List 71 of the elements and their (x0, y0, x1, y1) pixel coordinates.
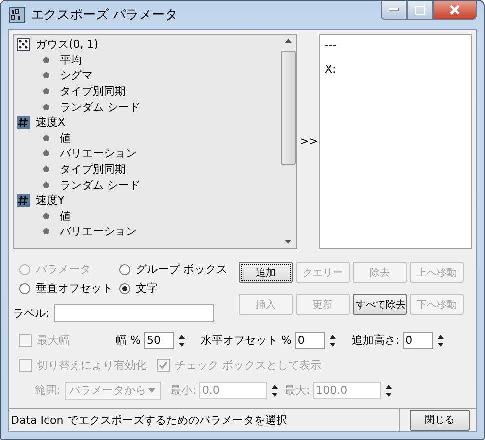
transfer-button[interactable]: >> (297, 135, 319, 148)
number-field[interactable]: 0 (402, 332, 433, 349)
bullet-icon (43, 150, 50, 158)
spinner-label: 最小: (170, 383, 196, 398)
tree-item[interactable]: 値 (60, 130, 71, 146)
spinner-label: 最大: (284, 383, 310, 398)
tree-item[interactable]: タイプ別同期 (60, 162, 126, 178)
status-text: Data Icon でエクスポーズするためのパラメータを選択 (9, 409, 400, 431)
spinner-arrows-icon[interactable] (270, 382, 280, 398)
tree-item[interactable]: バリエーション (60, 146, 137, 162)
close-icon (449, 5, 461, 15)
radio-label: パラメータ (36, 262, 91, 277)
radio-button[interactable] (119, 264, 131, 276)
window-title: エクスポーズ パラメータ (31, 7, 180, 24)
hash-icon (17, 194, 30, 208)
binary-icon (9, 7, 25, 23)
radio-button[interactable] (119, 282, 131, 294)
close-dialog-button[interactable]: 閉じる (410, 410, 470, 430)
radio-label: 垂直オフセット (36, 281, 113, 296)
field-label: ラベル: (13, 306, 50, 320)
tree-item[interactable]: ガウス(0, 1) (36, 37, 99, 52)
maximize-icon (415, 6, 425, 14)
label-field[interactable] (54, 304, 214, 322)
tree-item[interactable]: 値 (60, 208, 71, 224)
spinner-label: 幅 % (116, 333, 141, 348)
radio-label: 文字 (136, 281, 158, 296)
number-field[interactable]: 50 (144, 332, 174, 349)
list-item[interactable]: X: (325, 63, 466, 87)
tree-item[interactable]: バリエーション (60, 224, 137, 240)
maximize-button[interactable] (407, 1, 433, 20)
bullet-icon (43, 166, 50, 174)
scroll-down-icon[interactable] (285, 240, 292, 244)
bullet-icon (43, 56, 50, 64)
action-button[interactable]: すべて除去 (353, 294, 407, 315)
bullet-icon (43, 104, 50, 111)
range-label: 範囲: (35, 383, 61, 398)
checkbox-label: 切り替えにより有効化 (37, 358, 147, 373)
radio-label: グループ ボックス (136, 262, 228, 277)
bullet-icon (43, 72, 50, 80)
scroll-up-icon[interactable] (285, 39, 292, 43)
bullet-icon (43, 182, 50, 189)
number-field[interactable]: 0 (294, 332, 325, 349)
spinner-arrows-icon[interactable] (384, 382, 394, 398)
tree-item[interactable]: タイプ別同期 (60, 84, 126, 100)
dropdown-arrow-icon (148, 388, 156, 393)
dice-icon (17, 38, 30, 52)
list-item[interactable]: --- (325, 39, 466, 63)
tree-item[interactable]: 平均 (60, 52, 82, 68)
checkbox-label: 最大幅 (37, 333, 70, 348)
spinner-arrows-icon[interactable] (436, 332, 446, 348)
minimize-button[interactable] (381, 1, 407, 20)
spinner-label: 追加高さ: (352, 333, 400, 348)
tree-item[interactable]: シグマ (60, 68, 93, 84)
radio-button[interactable] (19, 282, 31, 294)
bullet-icon (43, 134, 50, 142)
bullet-icon (43, 228, 50, 236)
close-button[interactable] (433, 1, 477, 20)
tree-item[interactable]: 速度Y (36, 193, 65, 208)
hash-icon (17, 116, 30, 130)
spinner-label: 水平オフセット % (200, 333, 292, 348)
scroll-thumb[interactable] (281, 51, 296, 165)
tree-item[interactable]: ランダム シード (60, 100, 140, 115)
minimize-icon (389, 8, 399, 12)
spinner-arrows-icon[interactable] (328, 332, 338, 348)
bullet-icon (43, 88, 50, 96)
bullet-icon (43, 212, 50, 220)
tree-item[interactable]: ランダム シード (60, 178, 140, 193)
tree-item[interactable]: 速度X (36, 115, 66, 130)
checkbox-label: チェック ボックスとして表示 (175, 358, 322, 373)
action-button[interactable]: 追加 (239, 262, 293, 283)
spinner-arrows-icon[interactable] (176, 332, 187, 348)
